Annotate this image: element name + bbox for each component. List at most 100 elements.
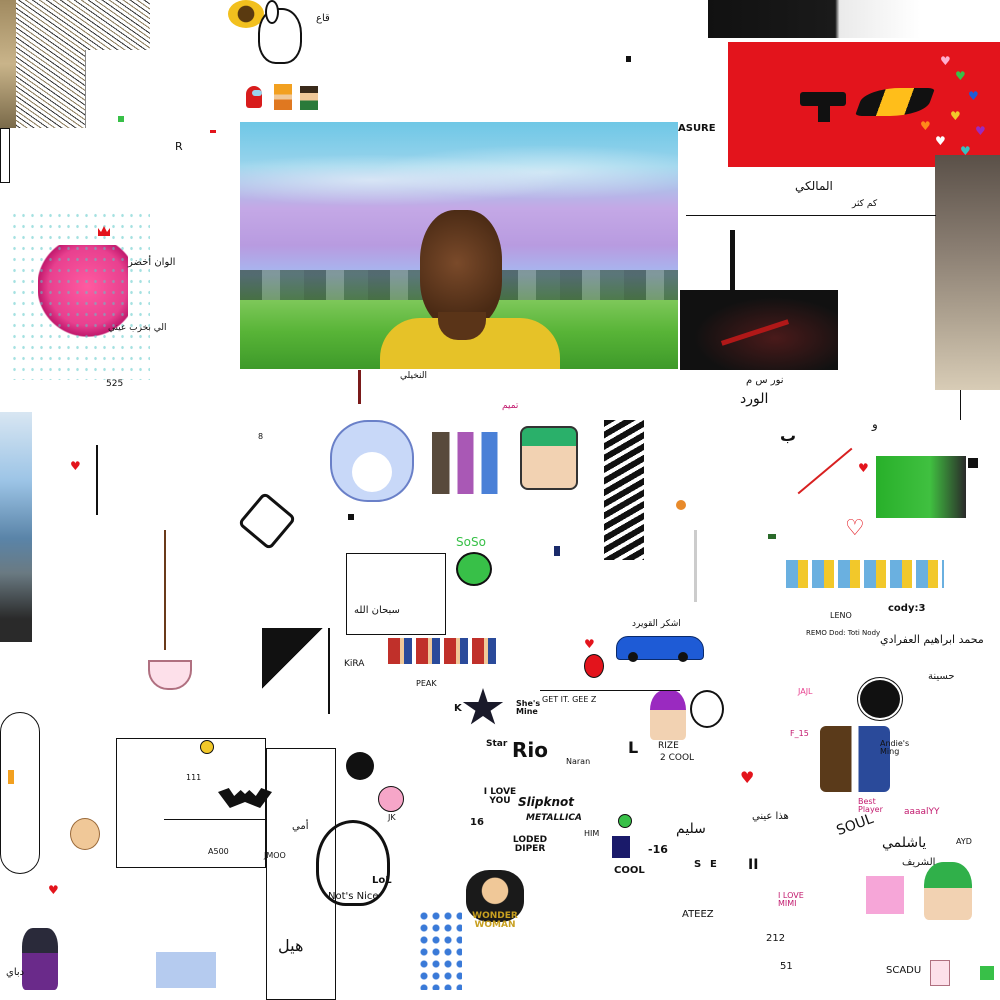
heart-icon: ♥ [955,69,966,83]
vertical-thin-2 [694,530,697,602]
naruto-sprite-icon [274,84,292,110]
character-head [420,210,502,328]
heart-icon: ♥ [940,54,951,68]
pink-anime-girl-icon [650,690,686,740]
dot-decoration [676,500,686,510]
text-qa: قاع [316,13,330,24]
text-leno: LENO [830,611,852,620]
text-ateeq: أمي [292,821,309,832]
dark-character-icon [22,928,58,990]
text-glyph-k: K [454,703,462,714]
frog-icon [456,552,492,586]
frame-octagon-left [0,712,40,874]
text-haza: هذا عيني [752,811,789,822]
divider-line-right [686,215,936,216]
text-jmoo: JMOO [264,851,286,860]
text-glyph-ii: II [748,857,759,873]
green-picture [876,456,966,518]
text-ateez: ATEEZ [682,909,714,920]
teacup-icon [148,660,192,690]
dot-decoration [930,960,950,986]
dot-decoration [612,836,630,858]
text-slipknot: Slipknot [518,795,574,809]
dot-decoration [626,56,631,62]
text-him: HIM [584,829,600,838]
heart-icon: ♥ [48,883,59,897]
red-diagonal [797,447,853,495]
text-525: 525 [106,379,124,389]
frame-inner [164,748,266,820]
princess-sprites-row [786,560,944,588]
dot-decoration [8,770,14,784]
text-hasna: حسينة [928,671,955,682]
hamster-belly [352,452,392,492]
bunny-pink-icon [378,786,404,812]
text-shukran: اشكر القويرد [632,619,681,629]
heart-icon: ♥ [975,124,986,138]
ghost-head-icon [690,690,724,728]
text-f15: F_15 [790,729,809,738]
sky-clouds [240,140,678,220]
vertical-line-left [96,445,98,515]
text-maliki: المالكي [795,179,833,193]
text-star: Star [486,739,508,749]
text-glyph-s: S [694,859,702,870]
text-51: 51 [780,961,793,972]
text-shes-mine: She's Mine [516,699,541,716]
text-tameem: تميم [502,401,519,411]
text-16a: 16 [470,817,484,828]
text-16b: -16 [648,843,668,856]
dot-decoration [200,740,214,754]
heart-icon: ♥ [950,109,961,123]
text-glyph-e: E [710,859,717,870]
crewmate-visor-icon [252,90,262,96]
man-hair-icon [262,628,330,714]
dark-image-top [708,0,920,38]
heart-icon: ♥ [584,637,595,651]
dot-decoration [210,130,216,133]
person-photo-right [935,155,1000,390]
green-hair-girl-icon [924,862,972,920]
text-wonder-woman: WONDER WOMAN [472,911,518,930]
text-r: R [175,140,183,153]
text-get-it: GET IT. GEE Z [542,695,597,704]
text-best: Best Player [858,797,883,814]
heart-icon: ♥ [935,134,946,148]
text-alnekhail: النخيلي [400,371,427,381]
text-rio: Rio [512,738,548,762]
vertical-thin-1 [164,530,166,650]
arrow-line [358,370,361,404]
text-ayd: AYD [956,837,972,846]
text-scadu: SCADU [886,965,922,976]
frame-tall [266,748,336,1000]
rounded-square-icon [237,491,297,551]
text-saleem: سليم [676,821,706,837]
heart-icon: ♥ [70,459,81,473]
bald-kid-icon [70,818,100,850]
text-mohammed: محمد ابراهيم العفرادي [880,633,984,646]
frame-subhan [346,553,446,635]
dot-decoration [156,952,216,988]
text-ahmed: ياشلمي [882,835,927,851]
text-loded: LODED DIPER [512,835,548,854]
text-hail: هيل [278,936,304,955]
manga-image [604,420,644,560]
text-mimi: I LOVE MIMI [778,891,804,908]
frame-small-left [0,128,10,183]
dot-decoration [118,116,124,122]
text-glyph-b: ب [780,426,797,445]
car-wheel-back-icon [678,652,688,662]
rabbit-ear-icon [265,0,279,24]
text-cool: COOL [614,865,645,876]
heart-icon: ♡ [845,516,865,541]
text-212: 212 [766,933,786,944]
text-bukhari: الي بخرب عيني [108,323,167,333]
text-aaa: aaaalYY [904,807,940,817]
text-i-love-you: I LOVE YOU [483,787,517,806]
text-metallica: METALLICA [526,813,582,823]
text-alwan: الوان أخضر [128,257,176,268]
phoenix-speckles [10,210,150,380]
text-kira: KiRA [344,659,365,669]
pixel-characters-row [388,638,500,664]
dot-decoration [618,814,632,828]
